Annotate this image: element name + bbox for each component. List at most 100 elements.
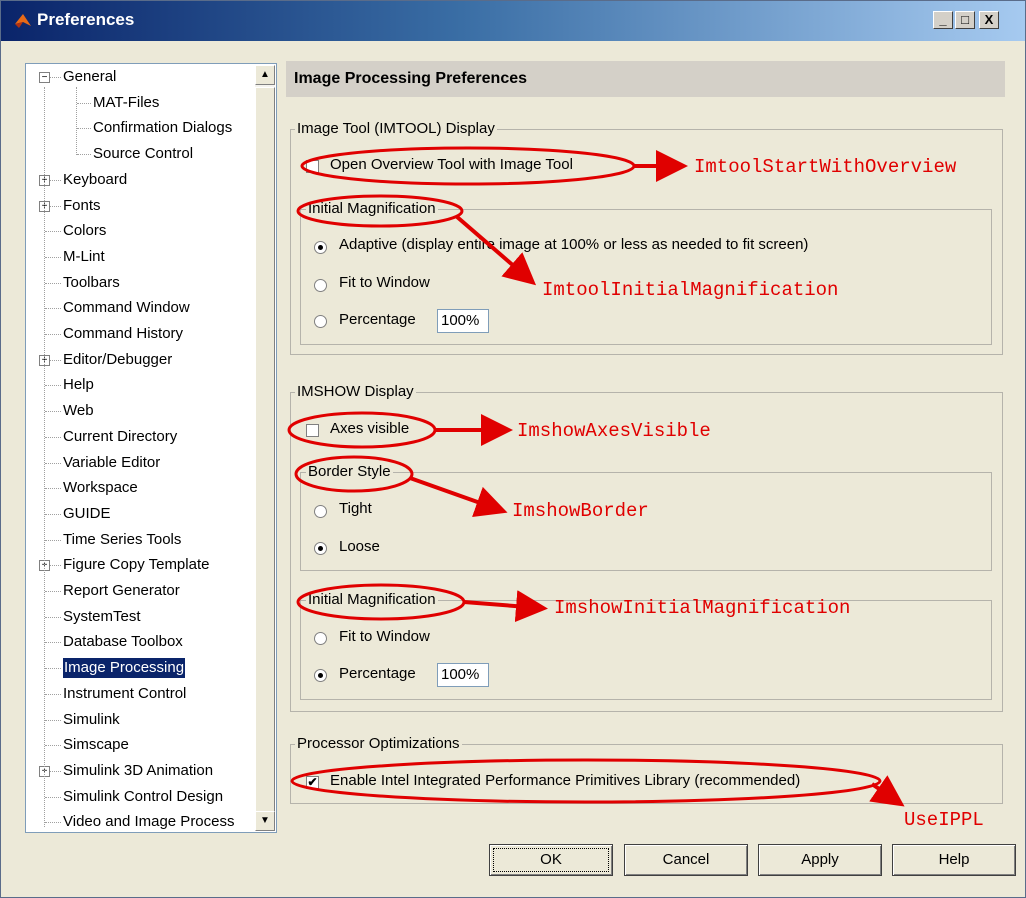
tree-connector bbox=[77, 154, 91, 155]
annotation-start-overview: ImtoolStartWithOverview bbox=[694, 156, 957, 178]
imtool-percentage-field[interactable]: 100% bbox=[437, 309, 489, 333]
tree-connector bbox=[45, 797, 61, 798]
tree-connector bbox=[45, 334, 61, 335]
imtool-adaptive-label: Adaptive (display entire image at 100% o… bbox=[339, 236, 809, 253]
overview-label: Open Overview Tool with Image Tool bbox=[330, 156, 573, 173]
border-tight-label: Tight bbox=[339, 500, 372, 517]
imtool-adaptive-radio[interactable] bbox=[314, 241, 327, 254]
annotation-imtool-mag: ImtoolInitialMagnification bbox=[542, 279, 839, 301]
title-bar[interactable]: Preferences _ □ X bbox=[1, 1, 1025, 41]
imtool-percentage-radio[interactable] bbox=[314, 315, 327, 328]
tree-trunk bbox=[44, 87, 45, 827]
tree-item[interactable]: Video and Image Process bbox=[63, 812, 235, 832]
imshow-percentage-field[interactable]: 100% bbox=[437, 663, 489, 687]
annotation-imshow-mag: ImshowInitialMagnification bbox=[554, 597, 851, 619]
tree-connector bbox=[77, 128, 91, 129]
tree-item[interactable]: Figure Copy Template bbox=[63, 555, 209, 575]
tree-connector bbox=[45, 308, 61, 309]
panel-header: Image Processing Preferences bbox=[286, 61, 1005, 97]
matlab-logo-icon bbox=[15, 14, 31, 28]
tree-item[interactable]: Time Series Tools bbox=[63, 530, 181, 550]
window-title: Preferences bbox=[37, 10, 135, 29]
tree-item[interactable]: Help bbox=[63, 375, 94, 395]
imtool-fit-label: Fit to Window bbox=[339, 274, 430, 291]
axes-visible-label: Axes visible bbox=[330, 420, 410, 437]
collapse-icon[interactable]: − bbox=[39, 72, 50, 83]
tree-item[interactable]: Colors bbox=[63, 221, 106, 241]
imshow-percentage-label: Percentage bbox=[339, 665, 416, 682]
tree-item[interactable]: Command Window bbox=[63, 298, 190, 318]
cancel-button[interactable]: Cancel bbox=[624, 844, 748, 876]
tree-item[interactable]: GUIDE bbox=[63, 504, 111, 524]
tree-item[interactable]: Instrument Control bbox=[63, 684, 186, 704]
tree-connector bbox=[45, 385, 61, 386]
close-button[interactable]: X bbox=[979, 11, 999, 29]
scroll-thumb[interactable] bbox=[255, 87, 275, 827]
tree-scrollbar[interactable]: ▲ ▼ bbox=[255, 65, 275, 831]
tree-connector bbox=[45, 488, 61, 489]
tree-item[interactable]: Report Generator bbox=[63, 581, 180, 601]
tree-item[interactable]: Editor/Debugger bbox=[63, 350, 172, 370]
tree-item[interactable]: Fonts bbox=[63, 196, 101, 216]
tree-item[interactable]: Web bbox=[63, 401, 94, 421]
tree-item[interactable]: SystemTest bbox=[63, 607, 141, 627]
tree-item[interactable]: Command History bbox=[63, 324, 183, 344]
tree-connector bbox=[77, 103, 91, 104]
ippl-label: Enable Intel Integrated Performance Prim… bbox=[330, 772, 801, 789]
tree-item[interactable]: Simulink 3D Animation bbox=[63, 761, 213, 781]
imshow-magnification-label: Initial Magnification bbox=[306, 591, 438, 608]
tree-connector bbox=[45, 231, 61, 232]
axes-visible-checkbox[interactable] bbox=[306, 424, 319, 437]
tree-item[interactable]: Simscape bbox=[63, 735, 129, 755]
minimize-button[interactable]: _ bbox=[933, 11, 953, 29]
tree-item[interactable]: Toolbars bbox=[63, 273, 120, 293]
tree-item[interactable]: Source Control bbox=[93, 144, 193, 164]
border-loose-radio[interactable] bbox=[314, 542, 327, 555]
imtool-group-label: Image Tool (IMTOOL) Display bbox=[295, 120, 497, 137]
tree-connector bbox=[45, 694, 61, 695]
tree-connector bbox=[45, 720, 61, 721]
tree-item[interactable]: Database Toolbox bbox=[63, 632, 183, 652]
border-tight-radio[interactable] bbox=[314, 505, 327, 518]
apply-button[interactable]: Apply bbox=[758, 844, 882, 876]
scroll-up-icon[interactable]: ▲ bbox=[255, 65, 275, 85]
maximize-button[interactable]: □ bbox=[955, 11, 975, 29]
tree-item[interactable]: Current Directory bbox=[63, 427, 177, 447]
tree-connector bbox=[45, 257, 61, 258]
help-button[interactable]: Help bbox=[892, 844, 1016, 876]
overview-checkbox[interactable] bbox=[306, 160, 319, 173]
ippl-checkbox[interactable]: ✔ bbox=[306, 776, 319, 789]
tree-connector bbox=[45, 822, 61, 823]
imtool-magnification-label: Initial Magnification bbox=[306, 200, 438, 217]
tree-item[interactable]: Variable Editor bbox=[63, 453, 160, 473]
tree-item[interactable]: M-Lint bbox=[63, 247, 105, 267]
annotation-ippl: UseIPPL bbox=[904, 809, 984, 831]
tree-items bbox=[1, 1, 2, 2]
tree-connector bbox=[45, 514, 61, 515]
imshow-percentage-radio[interactable] bbox=[314, 669, 327, 682]
tree-connector bbox=[45, 437, 61, 438]
processor-group-label: Processor Optimizations bbox=[295, 735, 462, 752]
tree-item[interactable]: Simulink Control Design bbox=[63, 787, 223, 807]
imshow-fit-label: Fit to Window bbox=[339, 628, 430, 645]
tree-connector bbox=[45, 411, 61, 412]
tree-item[interactable]: Image Processing bbox=[63, 658, 186, 678]
tree-item[interactable]: General bbox=[63, 67, 116, 87]
imtool-fit-radio[interactable] bbox=[314, 279, 327, 292]
border-style-label: Border Style bbox=[306, 463, 393, 480]
tree-connector bbox=[45, 642, 61, 643]
ok-button[interactable]: OK bbox=[489, 844, 613, 876]
tree-item[interactable]: MAT-Files bbox=[93, 93, 159, 113]
imshow-fit-radio[interactable] bbox=[314, 632, 327, 645]
tree-item[interactable]: Simulink bbox=[63, 710, 120, 730]
tree-item[interactable]: Keyboard bbox=[63, 170, 127, 190]
tree-connector bbox=[45, 591, 61, 592]
tree-branch bbox=[76, 87, 77, 155]
tree-item[interactable]: Confirmation Dialogs bbox=[93, 118, 232, 138]
tree-connector bbox=[45, 745, 61, 746]
scroll-down-icon[interactable]: ▼ bbox=[255, 811, 275, 831]
border-loose-label: Loose bbox=[339, 538, 380, 555]
preferences-window: Preferences _ □ X ▲ ▼ Image Processing P… bbox=[0, 0, 1026, 898]
tree-connector bbox=[45, 668, 61, 669]
tree-item[interactable]: Workspace bbox=[63, 478, 138, 498]
